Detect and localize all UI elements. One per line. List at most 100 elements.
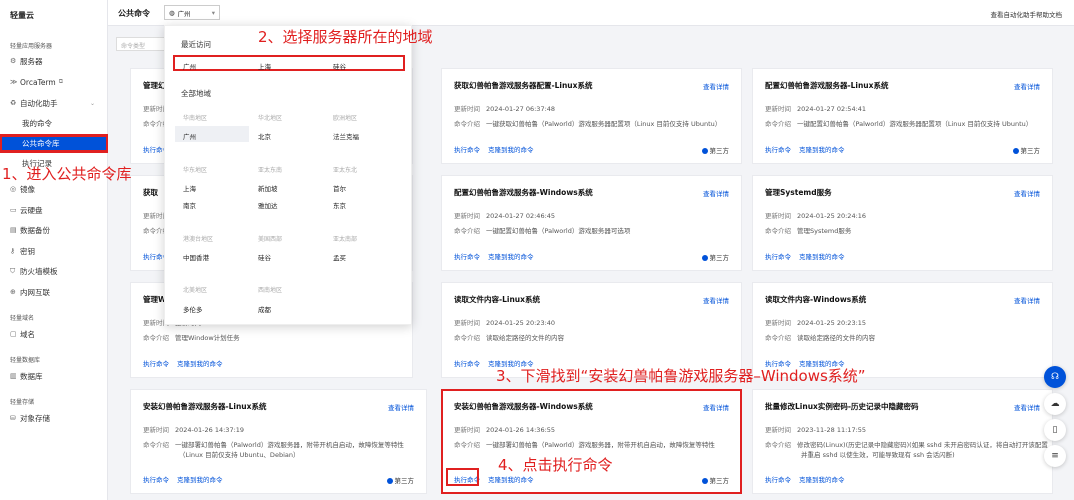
globe-icon: ◍: [169, 8, 175, 17]
disk-icon: ▭: [10, 206, 17, 214]
clone-command-button[interactable]: 克隆到我的命令: [488, 144, 534, 154]
exec-command-button[interactable]: 执行命令: [454, 474, 480, 484]
card-title: 配置幻兽帕鲁游戏服务器-Windows系统: [454, 188, 593, 197]
sidebar-item-cloud-disk[interactable]: ▭ 云硬盘: [0, 202, 107, 218]
exec-command-button[interactable]: 执行命令: [765, 474, 791, 484]
domain-icon: ▢: [10, 330, 17, 338]
region-option[interactable]: 法兰克福: [333, 131, 359, 141]
region-option[interactable]: 南京: [183, 200, 196, 210]
help-doc-link[interactable]: 查看自动化助手帮助文档: [991, 9, 1063, 19]
third-party-badge: 第三方: [387, 475, 415, 485]
support-icon[interactable]: ☊: [1044, 366, 1066, 388]
intro-value: 修改密码(Linux)(历史记录中隐藏密码)(如果 sshd 未开启密码认证，将…: [797, 441, 1048, 449]
region-option[interactable]: 北京: [258, 131, 271, 141]
time-value: 2024-01-26 14:37:19: [175, 426, 245, 434]
card-title: 批量修改Linux实例密码-历史记录中隐藏密码: [765, 402, 919, 411]
intro-label: 命令介绍: [765, 334, 791, 342]
automation-icon: ♻: [10, 99, 17, 107]
command-card: 配置幻兽帕鲁游戏服务器-Windows系统 查看详情更新时间 2024-01-27 …: [441, 175, 742, 271]
menu-icon[interactable]: ≡: [1044, 445, 1066, 467]
sidebar-item-label: 对象存储: [20, 413, 50, 423]
recent-region[interactable]: 硅谷: [333, 61, 346, 71]
view-details-link[interactable]: 查看详情: [1014, 81, 1040, 91]
sidebar-item-automation[interactable]: ♻ 自动化助手 ⌄: [0, 95, 107, 111]
exec-command-button[interactable]: 执行命令: [454, 144, 480, 154]
region-selector[interactable]: ◍ 广州 ▾: [164, 5, 220, 20]
card-update-time: 更新时间 2024-01-27 02:46:45: [454, 210, 555, 220]
sidebar-item-domain[interactable]: ▢ 域名: [0, 326, 107, 342]
region-option[interactable]: 新加坡: [258, 183, 278, 193]
view-details-link[interactable]: 查看详情: [703, 188, 729, 198]
view-details-link[interactable]: 查看详情: [1014, 295, 1040, 305]
card-title: 配置幻兽帕鲁游戏服务器-Linux系统: [765, 81, 889, 90]
exec-command-button[interactable]: 执行命令: [765, 251, 791, 261]
region-option[interactable]: 雅加达: [258, 200, 278, 210]
view-details-link[interactable]: 查看详情: [703, 81, 729, 91]
intro-label: 命令介绍: [454, 334, 480, 342]
view-details-link[interactable]: 查看详情: [1014, 188, 1040, 198]
exec-command-button[interactable]: 执行命令: [143, 474, 169, 484]
command-card: 安装幻兽帕鲁游戏服务器-Windows系统 查看详情 更新时间 2024-01-26 …: [441, 389, 742, 494]
region-option[interactable]: 东京: [333, 200, 346, 210]
region-option[interactable]: 成都: [258, 304, 271, 314]
time-value: 2024-01-25 20:24:16: [797, 212, 867, 220]
book-icon[interactable]: ▯: [1044, 419, 1066, 441]
exec-command-button[interactable]: 执行命令: [765, 144, 791, 154]
view-details-link[interactable]: 查看详情: [1014, 402, 1040, 412]
sidebar-item-firewall[interactable]: ⛉ 防火墙模板: [0, 263, 107, 279]
view-details-link[interactable]: 查看详情: [388, 402, 414, 412]
annotation-step2: 2、选择服务器所在的地域: [258, 28, 433, 46]
clone-command-button[interactable]: 克隆到我的命令: [799, 474, 845, 484]
recent-region[interactable]: 上海: [258, 61, 271, 71]
image-icon: ◎: [10, 185, 17, 193]
server-icon: ⚙: [10, 57, 17, 65]
intro-label: 命令介绍: [454, 120, 480, 128]
command-type-filter[interactable]: 命令类型: [116, 37, 168, 51]
card-update-time: 更新时间 2024-01-25 20:24:16: [765, 210, 866, 220]
sidebar-item-public-commands[interactable]: 公共命令库: [0, 134, 108, 152]
sidebar-item-intranet[interactable]: ⊕ 内网互联: [0, 284, 107, 300]
region-value: 广州: [177, 9, 191, 18]
sidebar-item-keys[interactable]: ⚷ 密钥: [0, 243, 107, 259]
recent-region[interactable]: 广州: [183, 61, 196, 71]
exec-command-button[interactable]: 执行命令: [454, 251, 480, 261]
card-update-time: 更新时间 2024-01-25 20:23:15: [765, 317, 866, 327]
clone-command-button[interactable]: 克隆到我的命令: [488, 474, 534, 484]
clone-command-button[interactable]: 克隆到我的命令: [177, 474, 223, 484]
sidebar-item-servers[interactable]: ⚙ 服务器: [0, 53, 107, 69]
backup-icon: ▤: [10, 226, 17, 234]
intro-value: 一键部署幻兽帕鲁（Palworld）游戏服务器，附带开机自启动，故障恢复等特性: [486, 441, 715, 449]
card-intro: 命令介绍 修改密码(Linux)(历史记录中隐藏密码)(如果 sshd 未开启密码…: [765, 439, 1048, 459]
view-details-link[interactable]: 查看详情: [703, 295, 729, 305]
region-option[interactable]: 中国香港: [183, 252, 209, 262]
card-update-time: 更新时间 2024-01-27 02:54:41: [765, 103, 866, 113]
cloud-icon[interactable]: ☁: [1044, 393, 1066, 415]
sidebar-item-label: 服务器: [20, 56, 43, 66]
exec-command-button[interactable]: 执行命令: [143, 358, 169, 368]
region-group: 美国西部: [258, 236, 283, 243]
region-option[interactable]: 孟买: [333, 252, 346, 262]
view-details-link[interactable]: 查看详情: [703, 402, 729, 412]
clone-command-button[interactable]: 克隆到我的命令: [799, 251, 845, 261]
key-icon: ⚷: [10, 247, 16, 255]
sidebar-item-my-commands[interactable]: 我的命令: [0, 115, 107, 131]
time-label: 更新时间: [765, 426, 791, 434]
sidebar-item-data-backup[interactable]: ▤ 数据备份: [0, 222, 107, 238]
exec-command-button[interactable]: 执行命令: [454, 358, 480, 368]
region-option[interactable]: 首尔: [333, 183, 346, 193]
region-option[interactable]: 广州: [183, 131, 196, 141]
card-update-time: 更新时间 2024-01-27 06:37:48: [454, 103, 555, 113]
annotation-step4: 4、点击执行命令: [498, 456, 613, 474]
sidebar-item-database[interactable]: ▥ 数据库: [0, 368, 107, 384]
clone-command-button[interactable]: 克隆到我的命令: [177, 358, 223, 368]
sidebar-item-object-storage[interactable]: ⛁ 对象存储: [0, 410, 107, 426]
region-option[interactable]: 上海: [183, 183, 196, 193]
clone-command-button[interactable]: 克隆到我的命令: [799, 144, 845, 154]
card-actions: 执行命令克隆到我的命令: [454, 144, 534, 154]
region-option[interactable]: 多伦多: [183, 304, 203, 314]
page-title: 公共命令: [118, 9, 150, 18]
region-option[interactable]: 硅谷: [258, 252, 271, 262]
time-label: 更新时间: [454, 105, 480, 113]
clone-command-button[interactable]: 克隆到我的命令: [488, 251, 534, 261]
sidebar-item-orcaterm[interactable]: ≫ OrcaTerm ⧉: [0, 74, 107, 90]
